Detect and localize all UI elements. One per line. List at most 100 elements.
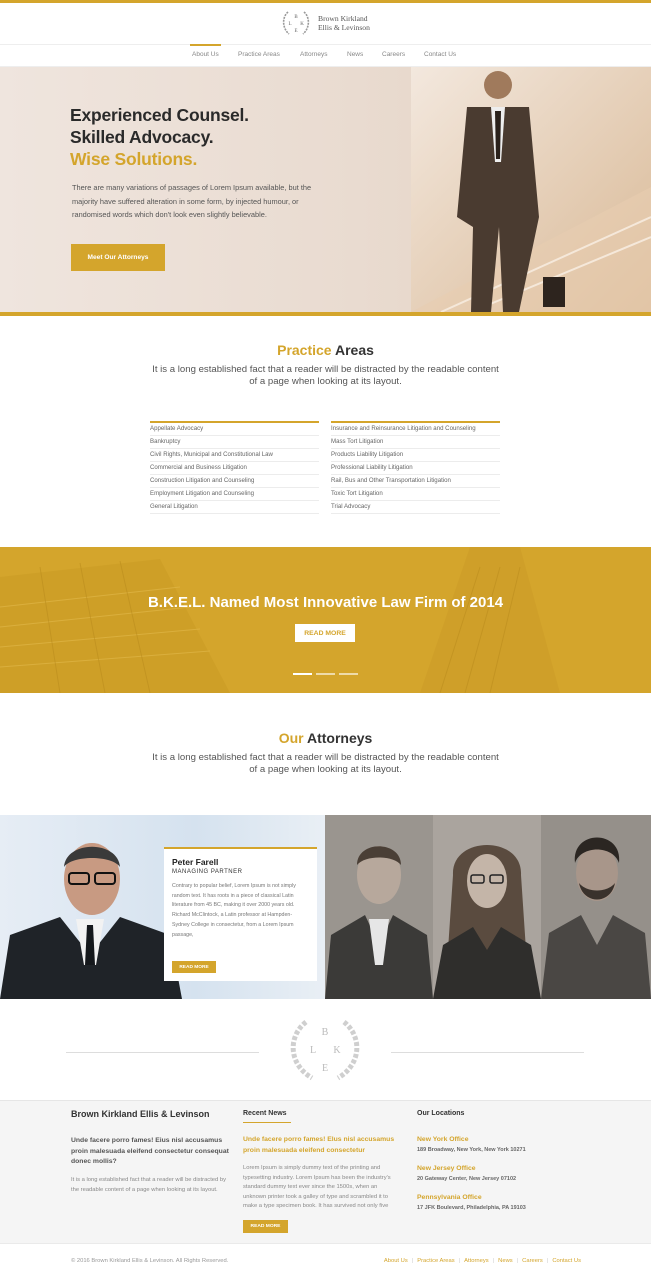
attorney-man-portrait: [325, 815, 433, 999]
hero-businessman-image: [411, 67, 651, 312]
slider-dot[interactable]: [316, 673, 335, 675]
attorneys-title-gold: Our: [278, 730, 304, 746]
footer-read-more-button[interactable]: READ MORE: [243, 1220, 288, 1233]
separator: |: [546, 1258, 549, 1264]
nav-careers[interactable]: Careers: [382, 51, 405, 58]
main-nav: About Us Practice Areas Attorneys News C…: [0, 44, 651, 67]
bottom-link-about-us[interactable]: About Us: [384, 1258, 408, 1264]
top-accent-line: [0, 0, 651, 3]
practice-item[interactable]: Appellate Advocacy: [150, 423, 319, 436]
slider-dot[interactable]: [293, 673, 312, 675]
logo-letter: L: [288, 22, 291, 27]
banner-read-more-button[interactable]: READ MORE: [295, 624, 355, 642]
location-name: New Jersey Office: [417, 1165, 476, 1172]
logo-letter: B: [294, 15, 298, 20]
attorneys-title-rest: Attorneys: [306, 730, 373, 746]
laurel-emblem-icon: B L K E: [290, 1020, 360, 1081]
hero-heading-line1: Experienced Counsel.: [70, 105, 249, 125]
logo-name-line2: Ellis & Levinson: [318, 23, 370, 32]
nav-attorneys[interactable]: Attorneys: [300, 51, 327, 58]
meet-attorneys-button[interactable]: Meet Our Attorneys: [71, 244, 165, 271]
practice-item[interactable]: Toxic Tort Litigation: [331, 488, 500, 501]
nav-practice-areas[interactable]: Practice Areas: [238, 51, 280, 58]
practice-item[interactable]: Commercial and Business Litigation: [150, 462, 319, 475]
divider-line: [66, 1052, 259, 1053]
banner-title: B.K.E.L. Named Most Innovative Law Firm …: [147, 594, 504, 611]
location-address: 17 JFK Boulevard, Philadelphia, PA 19103: [417, 1205, 526, 1211]
attorney-woman-portrait: [433, 815, 541, 999]
attorney-bearded-man-portrait: [541, 815, 651, 999]
footer-news-heading: Recent News: [243, 1110, 291, 1123]
slider-dot[interactable]: [339, 673, 358, 675]
practice-item[interactable]: Trial Advocacy: [331, 501, 500, 514]
footer-locations-heading: Our Locations: [417, 1110, 465, 1117]
separator: |: [411, 1258, 414, 1264]
bottom-link-practice-areas[interactable]: Practice Areas: [417, 1258, 454, 1264]
separator: |: [516, 1258, 519, 1264]
practice-item[interactable]: Civil Rights, Municipal and Constitution…: [150, 449, 319, 462]
footer-firm-heading: Brown Kirkland Ellis & Levinson: [71, 1109, 210, 1119]
featured-attorney-photo: [0, 843, 182, 999]
logo-letter: K: [300, 22, 304, 27]
practice-item[interactable]: Insurance and Reinsurance Litigation and…: [331, 423, 500, 436]
attorney-card: Peter Farell MANAGING PARTNER Contrary t…: [164, 847, 317, 981]
attorney-photo[interactable]: [325, 815, 433, 999]
logo-letter: E: [294, 29, 297, 34]
nav-contact-us[interactable]: Contact Us: [424, 51, 456, 58]
practice-areas-subtitle: It is a long established fact that a rea…: [152, 364, 499, 387]
practice-item[interactable]: Construction Litigation and Counseling: [150, 475, 319, 488]
divider-line: [391, 1052, 584, 1053]
practice-item[interactable]: Products Liability Litigation: [331, 449, 500, 462]
copyright: © 2016 Brown Kirkland Ellis & Levinson. …: [71, 1258, 229, 1264]
logo-name-line1: Brown Kirkland: [318, 14, 368, 23]
practice-item[interactable]: Employment Litigation and Counseling: [150, 488, 319, 501]
attorneys-subtitle: It is a long established fact that a rea…: [152, 752, 499, 775]
location-name: Pennsylvania Office: [417, 1194, 482, 1201]
hero-paragraph: There are many variations of passages of…: [72, 183, 312, 220]
practice-list-left: Appellate Advocacy Bankruptcy Civil Righ…: [150, 421, 319, 514]
practice-item[interactable]: Mass Tort Litigation: [331, 436, 500, 449]
bottom-link-news[interactable]: News: [498, 1258, 513, 1264]
bottom-link-careers[interactable]: Careers: [522, 1258, 543, 1264]
practice-list-right: Insurance and Reinsurance Litigation and…: [331, 421, 500, 514]
emblem-letter: L: [310, 1045, 316, 1056]
bottom-nav: About Us | Practice Areas | Attorneys | New…: [384, 1258, 581, 1264]
logo[interactable]: B L K E Brown Kirkland Ellis & Levinson: [279, 9, 373, 37]
practice-title-rest: Areas: [334, 342, 374, 358]
emblem-letter: B: [322, 1027, 329, 1038]
separator: |: [458, 1258, 461, 1264]
attorney-photo[interactable]: [433, 815, 541, 999]
attorneys-row: Peter Farell MANAGING PARTNER Contrary t…: [0, 815, 651, 999]
footer-firm-text: It is a long established fact that a rea…: [71, 1177, 226, 1193]
emblem-letter: E: [322, 1063, 328, 1074]
attorney-name: Peter Farell: [172, 857, 219, 867]
laurel-monogram-icon: B L K E: [282, 11, 310, 35]
attorneys-title: Our Attorneys: [0, 730, 651, 746]
featured-attorney: Peter Farell MANAGING PARTNER Contrary t…: [0, 815, 325, 999]
location-address: 20 Gateway Center, New Jersey 07102: [417, 1176, 517, 1182]
hero-heading-line2: Skilled Advocacy.: [70, 127, 214, 147]
footer-news-text: Lorem Ipsum is simply dummy text of the …: [243, 1165, 391, 1210]
practice-areas-title: Practice Areas: [0, 342, 651, 358]
logo-wordmark: Brown Kirkland Ellis & Levinson: [318, 14, 370, 32]
bottom-link-contact-us[interactable]: Contact Us: [552, 1258, 581, 1264]
nav-news[interactable]: News: [347, 51, 363, 58]
practice-item[interactable]: General Litigation: [150, 501, 319, 514]
attorney-read-more-button[interactable]: READ MORE: [172, 961, 216, 973]
practice-item[interactable]: Professional Liability Litigation: [331, 462, 500, 475]
hero-heading-line3: Wise Solutions.: [70, 149, 198, 169]
hero-accent-bar: [0, 312, 651, 316]
location-name: New York Office: [417, 1136, 469, 1143]
building-background-image: [0, 547, 560, 693]
practice-item[interactable]: Rail, Bus and Other Transportation Litig…: [331, 475, 500, 488]
location-address: 189 Broadway, New York, New York 10271: [417, 1147, 526, 1153]
bottom-link-attorneys[interactable]: Attorneys: [464, 1258, 489, 1264]
nav-about-us[interactable]: About Us: [190, 44, 221, 58]
footer-firm-lead: Unde facere porro fames! Eius nisl accus…: [71, 1137, 229, 1165]
practice-item[interactable]: Bankruptcy: [150, 436, 319, 449]
footer-news-headline[interactable]: Unde facere porro fames! Elus nisl accus…: [243, 1135, 411, 1156]
emblem-letter: K: [333, 1045, 341, 1056]
separator: |: [492, 1258, 495, 1264]
attorney-photo[interactable]: [541, 815, 651, 999]
practice-title-gold: Practice: [277, 342, 332, 358]
